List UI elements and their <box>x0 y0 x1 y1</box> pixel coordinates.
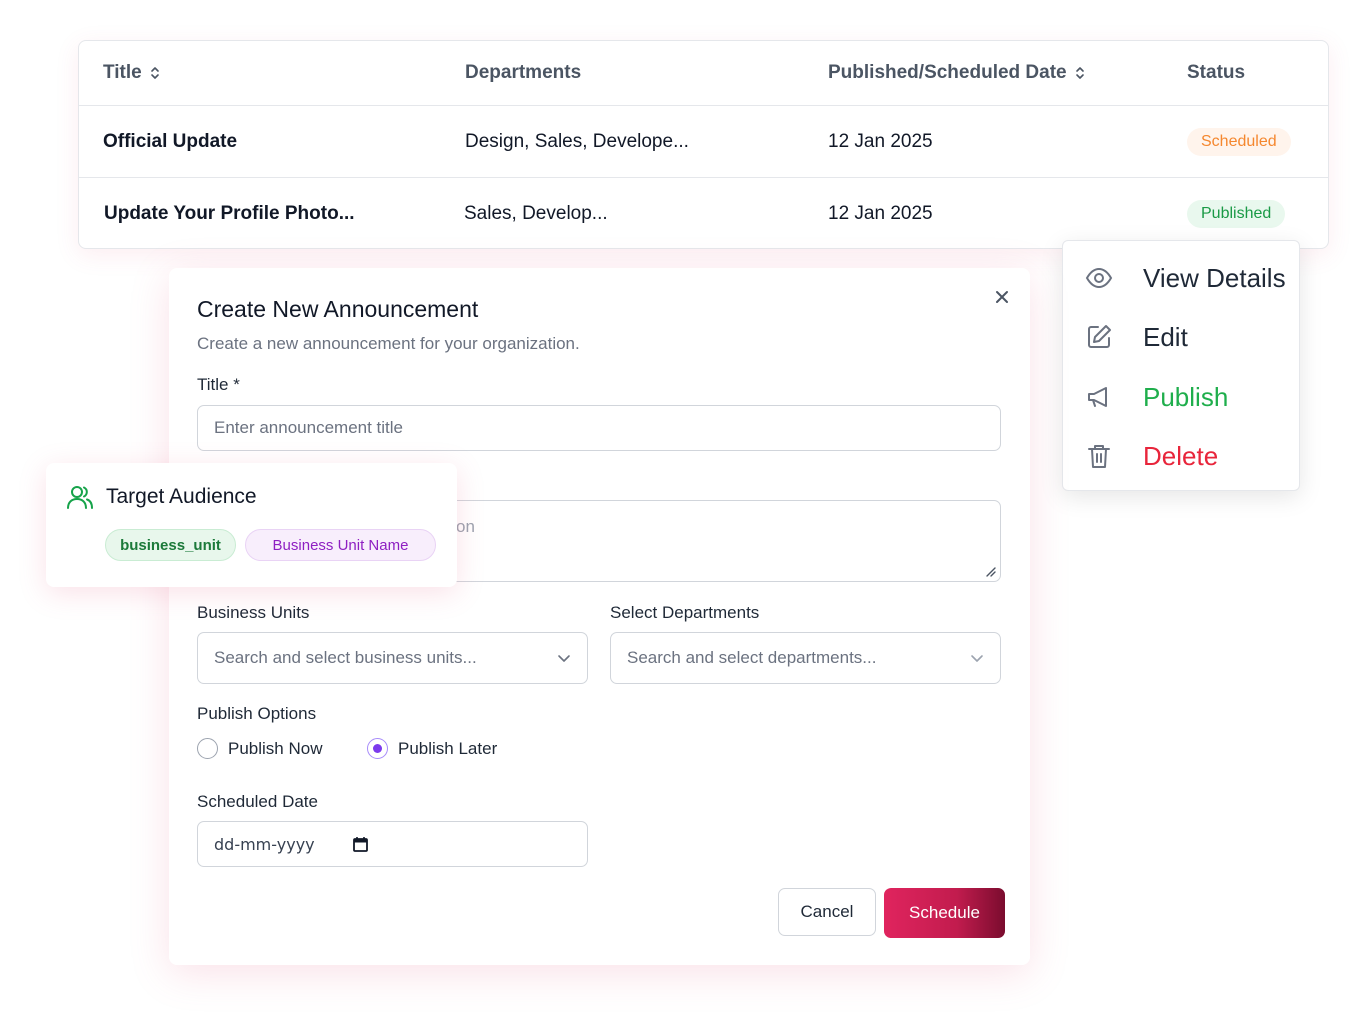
menu-item-edit[interactable]: Edit <box>1063 309 1299 365</box>
announcements-table: Title Departments Published/Scheduled Da… <box>78 40 1329 249</box>
status-badge: Scheduled <box>1187 127 1291 156</box>
row-actions-menu: View Details Edit Publish Delete <box>1062 240 1300 491</box>
menu-item-label: View Details <box>1143 262 1286 293</box>
column-header-title-label: Title <box>103 62 142 83</box>
business-units-label: Business Units <box>197 603 310 622</box>
table-row[interactable]: Official Update Design, Sales, Develope.… <box>79 106 1328 178</box>
scheduled-date-placeholder: dd-mm-yyyy <box>214 834 315 854</box>
scheduled-date-input[interactable]: dd-mm-yyyy <box>197 821 588 867</box>
column-header-status: Status <box>1187 41 1245 105</box>
row-title: Official Update <box>103 130 238 152</box>
target-audience-title: Target Audience <box>106 485 257 508</box>
calendar-icon[interactable] <box>352 836 369 853</box>
modal-title: Create New Announcement <box>197 296 479 322</box>
users-icon <box>67 486 93 509</box>
column-header-departments-label: Departments <box>465 62 582 83</box>
departments-label: Select Departments <box>610 603 760 622</box>
departments-select[interactable]: Search and select departments... <box>610 632 1001 684</box>
trash-icon <box>1088 445 1110 468</box>
publish-now-option[interactable]: Publish Now <box>197 738 323 759</box>
menu-item-label: Delete <box>1143 440 1219 471</box>
publish-now-label: Publish Now <box>228 738 323 758</box>
business-units-select[interactable]: Search and select business units... <box>197 632 588 684</box>
chevron-down-icon <box>558 654 570 662</box>
modal-subtitle: Create a new announcement for your organ… <box>197 334 580 353</box>
row-status: Scheduled <box>1187 106 1291 177</box>
publish-later-radio[interactable] <box>367 738 388 759</box>
scheduled-date-label: Scheduled Date <box>197 792 318 811</box>
status-badge: Published <box>1187 200 1286 228</box>
row-title: Update Your Profile Photo... <box>104 203 355 224</box>
row-departments: Sales, Develop... <box>464 203 608 224</box>
title-field-label: Title * <box>197 375 240 394</box>
edit-icon <box>1088 325 1111 348</box>
menu-item-view-details[interactable]: View Details <box>1063 250 1299 306</box>
row-departments: Design, Sales, Develope... <box>465 130 689 152</box>
schedule-button[interactable]: Schedule <box>884 888 1005 938</box>
row-date: 12 Jan 2025 <box>828 130 933 152</box>
create-announcement-modal: Create New Announcement Create a new ann… <box>169 268 1030 965</box>
menu-item-label: Edit <box>1143 321 1188 352</box>
column-header-date[interactable]: Published/Scheduled Date <box>828 41 1085 105</box>
title-input-placeholder: Enter announcement title <box>214 418 404 437</box>
sort-icon[interactable] <box>150 65 160 81</box>
business-units-placeholder: Search and select business units... <box>214 648 477 667</box>
close-icon[interactable] <box>991 286 1013 308</box>
chevron-down-icon <box>971 654 983 662</box>
row-date: 12 Jan 2025 <box>828 203 933 224</box>
publish-now-radio[interactable] <box>197 738 218 759</box>
audience-chip: business_unit <box>105 529 236 561</box>
megaphone-icon <box>1088 387 1107 407</box>
audience-chip: Business Unit Name <box>245 529 436 561</box>
title-input[interactable]: Enter announcement title <box>197 405 1001 451</box>
cancel-button[interactable]: Cancel <box>778 888 876 936</box>
column-header-date-label: Published/Scheduled Date <box>828 62 1067 83</box>
target-audience-card: Target Audience business_unit Business U… <box>46 463 457 587</box>
column-header-departments: Departments <box>465 41 581 105</box>
resize-handle-icon[interactable] <box>984 565 996 577</box>
departments-placeholder: Search and select departments... <box>627 648 877 667</box>
eye-icon <box>1085 267 1113 289</box>
publish-options-label: Publish Options <box>197 704 317 723</box>
table-header-row: Title Departments Published/Scheduled Da… <box>79 41 1328 106</box>
menu-item-delete[interactable]: Delete <box>1063 428 1299 484</box>
column-header-status-label: Status <box>1187 62 1246 83</box>
sort-icon[interactable] <box>1075 65 1085 81</box>
publish-later-option[interactable]: Publish Later <box>367 738 497 759</box>
column-header-title[interactable]: Title <box>103 41 160 105</box>
menu-item-label: Publish <box>1143 381 1229 412</box>
publish-later-label: Publish Later <box>398 738 498 758</box>
menu-item-publish[interactable]: Publish <box>1063 369 1299 425</box>
